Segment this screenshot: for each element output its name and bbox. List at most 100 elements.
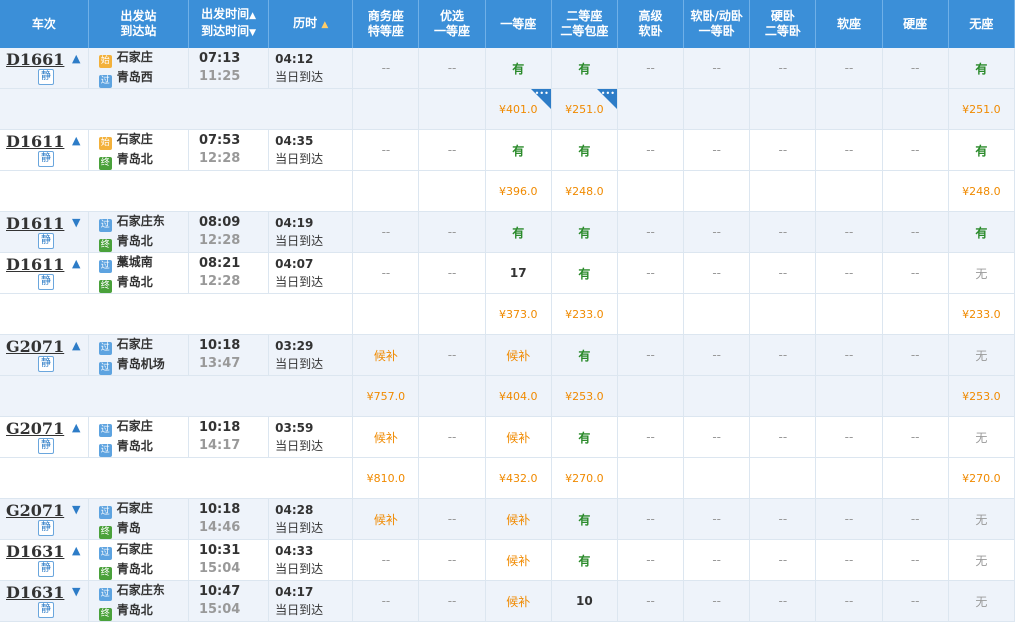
expand-up-icon[interactable]: ▲ xyxy=(72,134,80,147)
seat-availability[interactable]: 候补 xyxy=(485,416,552,458)
seat-availability[interactable]: 有 xyxy=(485,211,552,253)
seat-price-cell xyxy=(815,170,883,212)
sort-departure[interactable]: 出发时间▲ xyxy=(189,7,268,24)
seat-availability[interactable]: 候补 xyxy=(352,334,420,376)
seat-availability[interactable]: 有 xyxy=(551,498,618,540)
train-results-table: 车次 出发站 到达站 出发时间▲ 到达时间▼ 历时 ▲ 商务座 特等座 优选 一等座… xyxy=(0,0,1015,622)
expand-up-icon[interactable]: ▲ xyxy=(72,52,80,65)
from-station[interactable]: 过石家庄 xyxy=(98,540,188,560)
expand-down-icon[interactable]: ▼ xyxy=(72,503,80,516)
expand-up-icon[interactable]: ▲ xyxy=(72,339,80,352)
arrival-day: 当日到达 xyxy=(275,357,324,371)
train-row[interactable]: D1611 ▲ 静 始石家庄终青岛北 07:53 12:28 04:35 当日到达 -- -- 有 有… xyxy=(0,129,1015,171)
train-row[interactable]: G2071 ▲ 静 过石家庄过青岛北 10:18 14:17 03:59 当日到达 候补 -- 候补… xyxy=(0,416,1015,458)
to-station[interactable]: 终青岛北 xyxy=(98,601,188,621)
arrival-time: 14:46 xyxy=(198,520,241,535)
from-station[interactable]: 过石家庄东 xyxy=(98,212,188,232)
from-station[interactable]: 过石家庄东 xyxy=(98,581,188,601)
seat-status: 17 xyxy=(509,266,527,280)
train-row[interactable]: D1631 ▲ 静 过石家庄终青岛北 10:31 15:04 04:33 当日到达 -- -- 候补… xyxy=(0,539,1015,581)
expand-up-icon[interactable]: ▲ xyxy=(72,421,80,434)
seat-status: 候补 xyxy=(373,430,398,445)
seat-availability[interactable]: 有 xyxy=(551,129,618,171)
train-cell: D1631 ▼ 静 xyxy=(0,580,89,622)
train-number-link[interactable]: D1631 xyxy=(6,583,64,602)
seat-availability[interactable]: 有 xyxy=(551,211,618,253)
seat-status: -- xyxy=(844,594,854,608)
train-row[interactable]: D1611 ▲ 静 过藁城南终青岛北 08:21 12:28 04:07 当日到达 -- -- 17… xyxy=(0,252,1015,294)
seat-availability[interactable]: 有 xyxy=(948,211,1015,253)
expand-up-icon[interactable]: ▲ xyxy=(72,257,80,270)
seat-price-cell: ¥396.0 xyxy=(485,170,552,212)
to-station-name: 青岛 xyxy=(116,521,141,535)
col-time[interactable]: 出发时间▲ 到达时间▼ xyxy=(188,0,270,48)
seat-availability[interactable]: 候补 xyxy=(352,416,420,458)
col-duration[interactable]: 历时 ▲ xyxy=(268,0,354,48)
to-station[interactable]: 终青岛北 xyxy=(98,273,188,293)
seat-availability[interactable]: 候补 xyxy=(485,580,552,622)
to-station[interactable]: 过青岛西 xyxy=(98,68,188,88)
from-station[interactable]: 过石家庄 xyxy=(98,417,188,437)
duration: 04:33 xyxy=(275,544,314,558)
seat-availability[interactable]: 候补 xyxy=(485,498,552,540)
seat-availability[interactable]: 候补 xyxy=(352,498,420,540)
train-row[interactable]: D1631 ▼ 静 过石家庄东终青岛北 10:47 15:04 04:17 当日到达 -- -- 候… xyxy=(0,580,1015,622)
seat-availability[interactable]: 10 xyxy=(551,580,618,622)
seat-price-cell: ¥253.0 xyxy=(551,375,618,417)
to-station[interactable]: 终青岛北 xyxy=(98,232,188,252)
train-row[interactable]: G2071 ▼ 静 过石家庄终青岛 10:18 14:46 04:28 当日到达 候补 -- 候补 有… xyxy=(0,498,1015,540)
more-icon: ••• xyxy=(534,89,549,98)
seat-availability[interactable]: 有 xyxy=(551,252,618,294)
sort-down-icon[interactable]: ▼ xyxy=(249,28,256,38)
expand-down-icon[interactable]: ▼ xyxy=(72,585,80,598)
seat-status: -- xyxy=(712,594,722,608)
seat-availability[interactable]: 有 xyxy=(551,416,618,458)
train-number-link[interactable]: D1661 xyxy=(6,50,64,69)
seat-availability[interactable]: 有 xyxy=(551,48,618,89)
seat-availability[interactable]: 有 xyxy=(948,129,1015,171)
from-station-name: 石家庄 xyxy=(116,419,153,433)
train-number-link[interactable]: G2071 xyxy=(6,337,64,356)
seat-availability: -- xyxy=(815,416,883,458)
train-row[interactable]: D1611 ▼ 静 过石家庄东终青岛北 08:09 12:28 04:19 当日到达 -- -- 有… xyxy=(0,211,1015,253)
from-station[interactable]: 过藁城南 xyxy=(98,253,188,273)
train-number-link[interactable]: D1611 xyxy=(6,132,64,151)
seat-availability[interactable]: 有 xyxy=(551,334,618,376)
to-station[interactable]: 过青岛北 xyxy=(98,437,188,457)
train-row[interactable]: D1661 ▲ 静 始石家庄过青岛西 07:13 11:25 04:12 当日到达 -- -- 有 有… xyxy=(0,48,1015,89)
seat-availability: -- xyxy=(683,334,751,376)
sort-up-icon[interactable]: ▲ xyxy=(249,11,256,21)
to-station[interactable]: 过青岛机场 xyxy=(98,355,188,375)
train-number-link[interactable]: D1631 xyxy=(6,542,64,561)
expand-up-icon[interactable]: ▲ xyxy=(72,544,80,557)
seat-availability[interactable]: 候补 xyxy=(485,539,552,581)
to-station-badge: 终 xyxy=(98,157,112,170)
seat-availability[interactable]: 有 xyxy=(551,539,618,581)
train-number-link[interactable]: D1611 xyxy=(6,214,64,233)
to-station[interactable]: 终青岛北 xyxy=(98,150,188,170)
train-number-link[interactable]: G2071 xyxy=(6,501,64,520)
train-number-link[interactable]: G2071 xyxy=(6,419,64,438)
sort-arrival[interactable]: 到达时间▼ xyxy=(189,24,268,41)
seat-availability: -- xyxy=(617,539,685,581)
sort-duration-icon[interactable]: ▲ xyxy=(321,20,328,30)
expand-down-icon[interactable]: ▼ xyxy=(72,216,80,229)
train-row[interactable]: G2071 ▲ 静 过石家庄过青岛机场 10:18 13:47 03:29 当日到达 候补 -- 候… xyxy=(0,334,1015,376)
train-number-link[interactable]: D1611 xyxy=(6,255,64,274)
seat-availability[interactable]: 有 xyxy=(948,48,1015,89)
quiet-car-icon: 静 xyxy=(38,233,54,249)
from-station[interactable]: 始石家庄 xyxy=(98,48,188,68)
seat-availability[interactable]: 有 xyxy=(485,129,552,171)
seat-availability[interactable]: 有 xyxy=(485,48,552,89)
from-station[interactable]: 始石家庄 xyxy=(98,130,188,150)
to-station-badge: 终 xyxy=(98,567,112,580)
price-row-spacer xyxy=(0,375,354,417)
to-station[interactable]: 终青岛 xyxy=(98,519,188,539)
seat-status: -- xyxy=(447,553,457,567)
from-station[interactable]: 过石家庄 xyxy=(98,499,188,519)
seat-availability: -- xyxy=(815,334,883,376)
seat-availability[interactable]: 候补 xyxy=(485,334,552,376)
seat-availability[interactable]: 17 xyxy=(485,252,552,294)
from-station[interactable]: 过石家庄 xyxy=(98,335,188,355)
to-station[interactable]: 终青岛北 xyxy=(98,560,188,580)
